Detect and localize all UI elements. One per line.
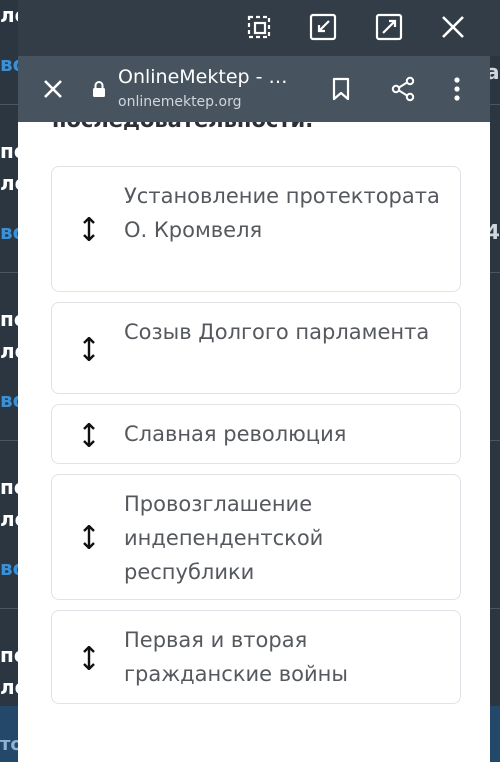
bookmark-icon[interactable]	[328, 76, 354, 102]
more-options-icon[interactable]	[450, 76, 464, 102]
sortable-item[interactable]: Славная революция	[51, 404, 461, 464]
drag-handle-icon[interactable]	[82, 645, 96, 671]
item-label: Созыв Долгого парламента	[124, 320, 430, 344]
drag-handle-icon[interactable]	[82, 422, 96, 448]
content-panel: последовательности. Установление протект…	[18, 122, 490, 762]
close-tab-icon[interactable]	[40, 76, 66, 102]
sortable-item[interactable]: Провозглашение индепендентской республик…	[51, 474, 461, 600]
drag-handle-icon[interactable]	[82, 336, 96, 362]
picture-in-picture-icon[interactable]	[244, 12, 274, 42]
lock-icon	[92, 80, 106, 98]
sortable-item[interactable]: Установление протектората О. Кромвеля	[51, 166, 461, 292]
page-title: OnlineMektep - …	[118, 66, 288, 88]
drag-handle-icon[interactable]	[82, 524, 96, 550]
maximize-icon[interactable]	[374, 12, 404, 42]
item-label: Провозглашение индепендентской республик…	[124, 492, 324, 584]
sortable-item[interactable]: Первая и вторая гражданские войны	[51, 610, 461, 704]
question-heading: последовательности.	[52, 122, 313, 132]
share-icon[interactable]	[390, 76, 416, 102]
drag-handle-icon[interactable]	[82, 216, 96, 242]
item-label: Установление протектората О. Кромвеля	[124, 184, 440, 242]
close-icon[interactable]	[438, 12, 468, 42]
item-label: Славная революция	[124, 422, 347, 446]
window-control-bar	[18, 0, 500, 56]
minimize-icon[interactable]	[308, 12, 338, 42]
browser-toolbar: OnlineMektep - … onlinemektep.org	[18, 56, 490, 122]
item-label: Первая и вторая гражданские войны	[124, 628, 348, 686]
page-url[interactable]: onlinemektep.org	[118, 94, 241, 110]
sortable-item[interactable]: Созыв Долгого парламента	[51, 302, 461, 394]
